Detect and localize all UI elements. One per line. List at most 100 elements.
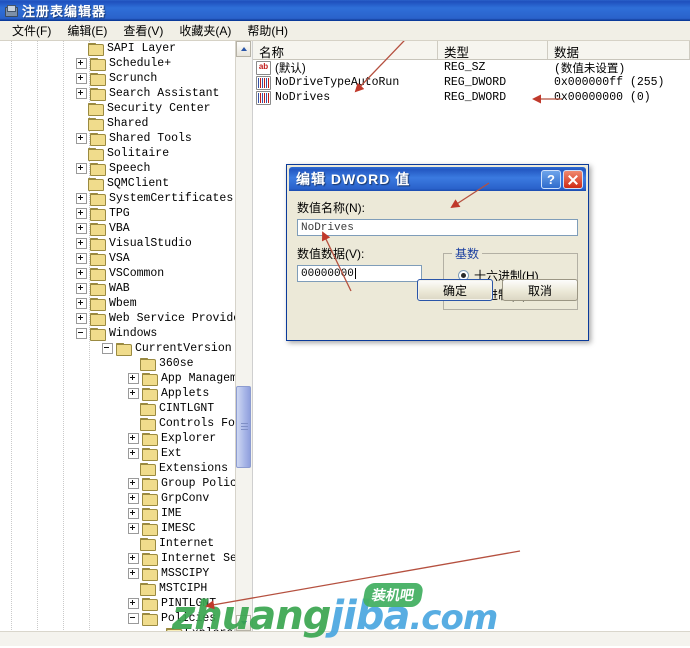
cancel-button[interactable]: 取消 <box>502 279 578 301</box>
value-row[interactable]: NoDrives REG_DWORD 0x00000000 (0) <box>253 90 690 105</box>
value-name-input[interactable]: NoDrives <box>297 219 578 236</box>
registry-tree-pane[interactable]: SAPI Layer Schedule+ Scrunch Search Assista… <box>0 41 253 631</box>
scroll-down-button[interactable] <box>236 615 251 631</box>
tree-item[interactable]: Solitaire <box>0 146 236 161</box>
tree-item[interactable]: CINTLGNT <box>0 401 236 416</box>
tree-item[interactable]: CurrentVersion <box>0 341 236 356</box>
expand-icon[interactable] <box>76 88 87 99</box>
tree-item[interactable]: VSA <box>0 251 236 266</box>
tree-item[interactable]: SQMClient <box>0 176 236 191</box>
collapse-icon[interactable] <box>76 328 87 339</box>
dialog-title: 编辑 DWORD 值 <box>296 171 411 187</box>
tree-item[interactable]: VisualStudio <box>0 236 236 251</box>
tree-item[interactable]: Ext <box>0 446 236 461</box>
scroll-up-button[interactable] <box>236 41 251 57</box>
tree-vertical-scrollbar[interactable] <box>235 41 252 631</box>
tree-item[interactable]: GrpConv <box>0 491 236 506</box>
tree-item[interactable]: Shared <box>0 116 236 131</box>
expand-icon[interactable] <box>76 298 87 309</box>
value-name-text: NoDriveTypeAutoRun <box>275 76 400 89</box>
value-data-input[interactable]: 00000000 <box>297 265 422 282</box>
help-icon[interactable] <box>541 169 561 189</box>
tree-item[interactable]: MSSCIPY <box>0 566 236 581</box>
column-header-data[interactable]: 数据 <box>548 41 690 59</box>
ok-button[interactable]: 确定 <box>417 279 493 301</box>
tree-item[interactable]: Group Policy <box>0 476 236 491</box>
tree-item[interactable]: VSCommon <box>0 266 236 281</box>
expand-icon[interactable] <box>76 193 87 204</box>
column-header-type[interactable]: 类型 <box>438 41 548 59</box>
dialog-titlebar: 编辑 DWORD 值 <box>289 167 586 191</box>
menu-help[interactable]: 帮助(H) <box>240 21 297 41</box>
value-row[interactable]: NoDriveTypeAutoRun REG_DWORD 0x000000ff (2… <box>253 75 690 90</box>
expand-icon[interactable] <box>76 238 87 249</box>
expand-icon[interactable] <box>128 448 139 459</box>
tree-item[interactable]: Wbem <box>0 296 236 311</box>
tree-item[interactable]: MSTCIPH <box>0 581 236 596</box>
tree-item[interactable]: Extensions <box>0 461 236 476</box>
tree-item[interactable]: Internet Setting <box>0 551 236 566</box>
tree-item[interactable]: Shared Tools <box>0 131 236 146</box>
expand-icon[interactable] <box>128 508 139 519</box>
menu-favorites[interactable]: 收藏夹(A) <box>172 21 240 41</box>
tree-item[interactable]: WAB <box>0 281 236 296</box>
tree-item[interactable]: Security Center <box>0 101 236 116</box>
tree-item[interactable]: IMESC <box>0 521 236 536</box>
tree-item-label: Windows <box>109 327 158 340</box>
expand-icon[interactable] <box>76 283 87 294</box>
tree-item[interactable]: Schedule+ <box>0 56 236 71</box>
tree-item-label: WAB <box>109 282 130 295</box>
tree-item[interactable]: Explorer <box>0 431 236 446</box>
tree-item[interactable]: Policies <box>0 611 236 626</box>
expand-icon[interactable] <box>76 73 87 84</box>
collapse-icon[interactable] <box>128 613 139 624</box>
scroll-thumb[interactable] <box>236 386 251 468</box>
tree-item[interactable]: VBA <box>0 221 236 236</box>
value-name-text: NoDrives <box>301 221 354 234</box>
tree-item[interactable]: Applets <box>0 386 236 401</box>
expand-icon[interactable] <box>128 373 139 384</box>
expand-icon[interactable] <box>128 523 139 534</box>
tree-item[interactable]: Scrunch <box>0 71 236 86</box>
expand-icon[interactable] <box>76 313 87 324</box>
expand-icon[interactable] <box>76 133 87 144</box>
expand-icon[interactable] <box>128 478 139 489</box>
values-list[interactable]: (默认) REG_SZ (数值未设置) NoDriveTypeAutoRun REG_D… <box>253 60 690 105</box>
collapse-icon[interactable] <box>102 343 113 354</box>
tree-item[interactable]: SystemCertificates <box>0 191 236 206</box>
expand-icon[interactable] <box>128 493 139 504</box>
expand-icon[interactable] <box>76 163 87 174</box>
tree-item[interactable]: SAPI Layer <box>0 41 236 56</box>
tree-item[interactable]: Web Service Providers <box>0 311 236 326</box>
value-row[interactable]: (默认) REG_SZ (数值未设置) <box>253 60 690 76</box>
expand-icon[interactable] <box>76 208 87 219</box>
tree-item[interactable]: Search Assistant <box>0 86 236 101</box>
tree-item-label: Explorer <box>161 432 217 445</box>
tree-item[interactable]: Windows <box>0 326 236 341</box>
tree-item[interactable]: 360se <box>0 356 236 371</box>
expand-icon[interactable] <box>128 388 139 399</box>
expand-icon[interactable] <box>128 553 139 564</box>
tree-item-label: Search Assistant <box>109 87 220 100</box>
menu-file[interactable]: 文件(F) <box>5 21 60 41</box>
tree-item[interactable]: TPG <box>0 206 236 221</box>
menu-view[interactable]: 查看(V) <box>116 21 172 41</box>
tree-item[interactable]: PINTLGNT <box>0 596 236 611</box>
registry-tree-list[interactable]: SAPI Layer Schedule+ Scrunch Search Assista… <box>0 41 236 631</box>
close-icon[interactable] <box>563 169 583 189</box>
tree-item[interactable]: Speech <box>0 161 236 176</box>
column-header-name[interactable]: 名称 <box>253 41 438 59</box>
expand-icon[interactable] <box>128 598 139 609</box>
expand-icon[interactable] <box>128 568 139 579</box>
expand-icon[interactable] <box>76 253 87 264</box>
tree-item[interactable]: Explorer <box>0 626 236 631</box>
tree-item[interactable]: App Management <box>0 371 236 386</box>
expand-icon[interactable] <box>76 58 87 69</box>
tree-item[interactable]: Internet <box>0 536 236 551</box>
tree-item[interactable]: IME <box>0 506 236 521</box>
tree-item[interactable]: Controls Folder <box>0 416 236 431</box>
expand-icon[interactable] <box>76 223 87 234</box>
menu-edit[interactable]: 编辑(E) <box>60 21 116 41</box>
expand-icon[interactable] <box>76 268 87 279</box>
expand-icon[interactable] <box>128 433 139 444</box>
